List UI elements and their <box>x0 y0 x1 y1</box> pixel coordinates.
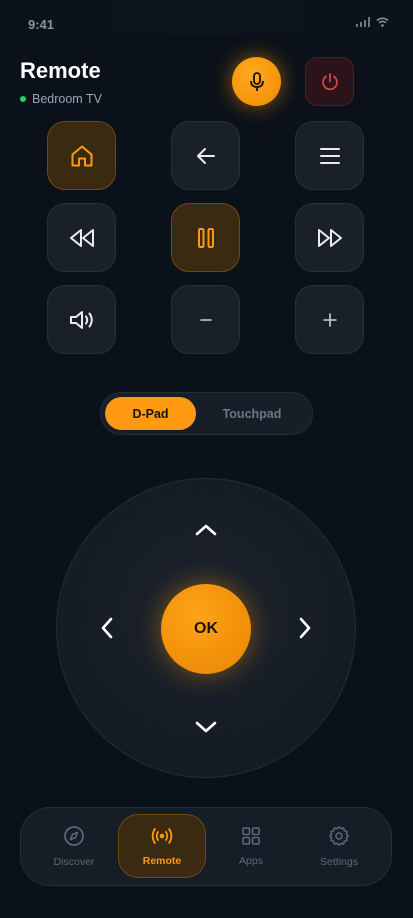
chevron-right-icon <box>299 617 311 639</box>
compass-icon <box>64 825 84 846</box>
pause-button[interactable] <box>171 203 240 272</box>
volume-down-button[interactable] <box>171 285 240 354</box>
back-button[interactable] <box>171 121 240 190</box>
menu-icon <box>319 147 340 164</box>
tab-dpad[interactable]: D-Pad <box>105 397 196 430</box>
volume-icon <box>69 310 93 329</box>
status-bar: 9:41 <box>0 0 413 34</box>
volume-button[interactable] <box>47 285 116 354</box>
dpad-down-button[interactable] <box>186 707 226 747</box>
ok-button[interactable]: OK <box>161 584 251 674</box>
dpad-left-button[interactable] <box>87 608 127 648</box>
bottom-nav: Discover Remote Apps Settings <box>20 807 392 886</box>
power-icon <box>321 72 338 90</box>
dpad-up-button[interactable] <box>186 510 226 550</box>
back-arrow-icon <box>196 147 215 164</box>
nav-settings[interactable]: Settings <box>295 814 383 878</box>
signal-icon <box>356 17 370 27</box>
tab-touchpad[interactable]: Touchpad <box>206 397 298 430</box>
home-icon <box>71 145 92 166</box>
microphone-icon <box>249 71 264 91</box>
plus-icon <box>322 312 337 327</box>
dpad-right-button[interactable] <box>285 608 325 648</box>
grid-icon <box>242 826 260 845</box>
voice-button[interactable] <box>232 57 281 106</box>
page-title: Remote <box>20 58 101 83</box>
system-icons <box>356 17 389 27</box>
chevron-up-icon <box>195 524 217 536</box>
wifi-icon <box>376 17 389 27</box>
menu-button[interactable] <box>295 121 364 190</box>
online-indicator <box>20 96 26 102</box>
fast-forward-button[interactable] <box>295 203 364 272</box>
pause-icon <box>197 227 214 248</box>
chevron-down-icon <box>195 721 217 733</box>
device-name: Bedroom TV <box>32 92 102 106</box>
rewind-button[interactable] <box>47 203 116 272</box>
nav-label: Remote <box>142 854 182 867</box>
status-time: 9:41 <box>28 17 55 32</box>
fast-forward-icon <box>317 228 342 247</box>
minus-icon <box>199 318 212 321</box>
power-button[interactable] <box>305 57 354 106</box>
nav-remote[interactable]: Remote <box>118 814 206 878</box>
device-status[interactable]: Bedroom TV <box>20 92 102 106</box>
nav-apps[interactable]: Apps <box>207 814 295 878</box>
mode-toggle: D-Pad Touchpad <box>100 392 313 435</box>
rewind-icon <box>69 228 94 247</box>
gear-icon <box>329 825 349 846</box>
broadcast-icon <box>151 827 173 844</box>
nav-label: Discover <box>53 855 95 868</box>
volume-up-button[interactable] <box>295 285 364 354</box>
nav-label: Apps <box>239 854 263 867</box>
home-button[interactable] <box>47 121 116 190</box>
chevron-left-icon <box>101 617 113 639</box>
nav-label: Settings <box>320 855 358 868</box>
nav-discover[interactable]: Discover <box>30 814 118 878</box>
